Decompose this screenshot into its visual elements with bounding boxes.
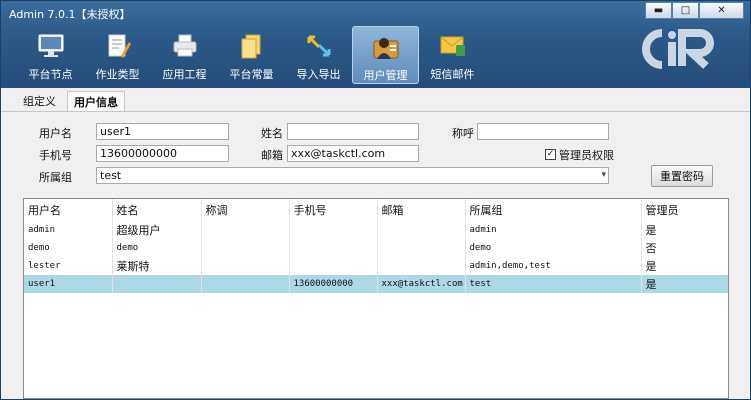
tool-label: 平台节点 [28,68,73,81]
cell-group: admin,demo,test [465,257,642,275]
cell-username: user1 [24,275,113,293]
group-select[interactable]: test ▾ [96,167,609,184]
tool-job-types[interactable]: 作业类型 [84,26,151,84]
cell-name: demo [112,239,202,257]
email-label: 邮箱 [261,149,283,162]
tool-label: 作业类型 [95,68,140,81]
close-button[interactable]: ✕ [699,2,744,19]
printer-icon [170,31,200,61]
col-header-phone[interactable]: 手机号 [289,199,378,221]
admin-label: 管理员权限 [559,149,614,162]
tab-bar: 组定义 用户信息 [1,88,750,112]
cell-email: xxx@taskctl.com [377,275,466,293]
col-header-title[interactable]: 称调 [201,199,290,221]
close-icon: ✕ [717,5,726,16]
tool-label: 应用工程 [162,68,207,81]
cell-name [112,275,202,293]
cell-title [201,239,290,257]
cell-username: demo [24,239,113,257]
app-window: Admin 7.0.1【未授权】 ▬ □ ✕ 平台节点 作业类型 应用工程 平台… [0,0,751,400]
reset-password-button[interactable]: 重置密码 [651,165,713,187]
group-select-value: test [100,169,122,182]
title-label: 称呼 [452,127,474,140]
username-label: 用户名 [39,127,72,140]
user-badge-icon [371,32,401,62]
main-toolbar: 平台节点 作业类型 应用工程 平台常量 导入导出 用户管理 短信邮件 [17,26,486,84]
tool-user-management[interactable]: 用户管理 [352,26,419,84]
monitor-icon [36,31,66,61]
cell-email [377,257,466,275]
cell-group: test [465,275,642,293]
email-input[interactable]: xxx@taskctl.com [287,145,419,162]
documents-icon [237,31,267,61]
col-header-email[interactable]: 邮箱 [377,199,466,221]
col-header-group[interactable]: 所属组 [465,199,642,221]
envelope-icon [438,31,468,61]
tool-label: 用户管理 [363,69,408,82]
table-row[interactable]: demo demo demo 否 [24,239,728,257]
header-bar: Admin 7.0.1【未授权】 ▬ □ ✕ 平台节点 作业类型 应用工程 平台… [1,1,750,88]
chevron-down-icon: ▾ [601,170,606,180]
user-info-panel: 用户名 user1 姓名 称呼 手机号 13600000000 邮箱 xxx@t… [1,112,750,399]
minimize-icon: ▬ [653,5,664,16]
cell-title [201,221,290,239]
minimize-button[interactable]: ▬ [645,2,672,19]
cell-group: demo [465,239,642,257]
maximize-icon: □ [680,5,691,16]
window-controls: ▬ □ ✕ [645,2,744,19]
window-title: Admin 7.0.1【未授权】 [9,8,131,21]
tab-user-info[interactable]: 用户信息 [67,91,125,111]
phone-input[interactable]: 13600000000 [96,145,229,162]
table-row[interactable]: lester 莱斯特 admin,demo,test 是 [24,257,728,275]
cell-title [201,257,290,275]
cell-name: 莱斯特 [112,257,202,275]
table-header-row: 用户名 姓名 称调 手机号 邮箱 所属组 管理员 [24,199,728,221]
cell-admin: 是 [641,221,728,239]
cell-name: 超级用户 [112,221,202,239]
document-pencil-icon [103,31,133,61]
cell-email [377,239,466,257]
cell-phone [289,221,378,239]
tool-label: 导入导出 [296,68,341,81]
cell-title [201,275,290,293]
cell-admin: 是 [641,257,728,275]
import-export-arrows-icon [304,31,334,61]
col-header-name[interactable]: 姓名 [112,199,202,221]
tool-app-projects[interactable]: 应用工程 [151,26,218,84]
tool-sms-email[interactable]: 短信邮件 [419,26,486,84]
cell-admin: 否 [641,239,728,257]
cell-group: admin [465,221,642,239]
phone-label: 手机号 [39,149,72,162]
cell-admin: 是 [641,275,728,293]
cell-email [377,221,466,239]
user-table: 用户名 姓名 称调 手机号 邮箱 所属组 管理员 admin 超级用户 admi… [23,198,729,399]
tool-platform-constants[interactable]: 平台常量 [218,26,285,84]
tab-group-definition[interactable]: 组定义 [17,91,62,111]
col-header-admin[interactable]: 管理员 [641,199,728,221]
table-row-selected[interactable]: user1 13600000000 xxx@taskctl.com test 是 [24,275,728,293]
name-label: 姓名 [261,127,283,140]
username-input[interactable]: user1 [96,123,229,140]
cir-logo [640,27,720,74]
cell-phone [289,257,378,275]
tool-platform-nodes[interactable]: 平台节点 [17,26,84,84]
tool-label: 平台常量 [229,68,274,81]
name-input[interactable] [287,123,419,140]
group-label: 所属组 [39,171,72,184]
cell-phone [289,239,378,257]
table-row[interactable]: admin 超级用户 admin 是 [24,221,728,239]
col-header-username[interactable]: 用户名 [24,199,113,221]
admin-checkbox[interactable]: ✓ [545,149,556,160]
tool-label: 短信邮件 [430,68,475,81]
cell-username: lester [24,257,113,275]
cell-phone: 13600000000 [289,275,378,293]
title-input[interactable] [477,123,609,140]
tool-import-export[interactable]: 导入导出 [285,26,352,84]
cell-username: admin [24,221,113,239]
maximize-button[interactable]: □ [672,2,699,19]
